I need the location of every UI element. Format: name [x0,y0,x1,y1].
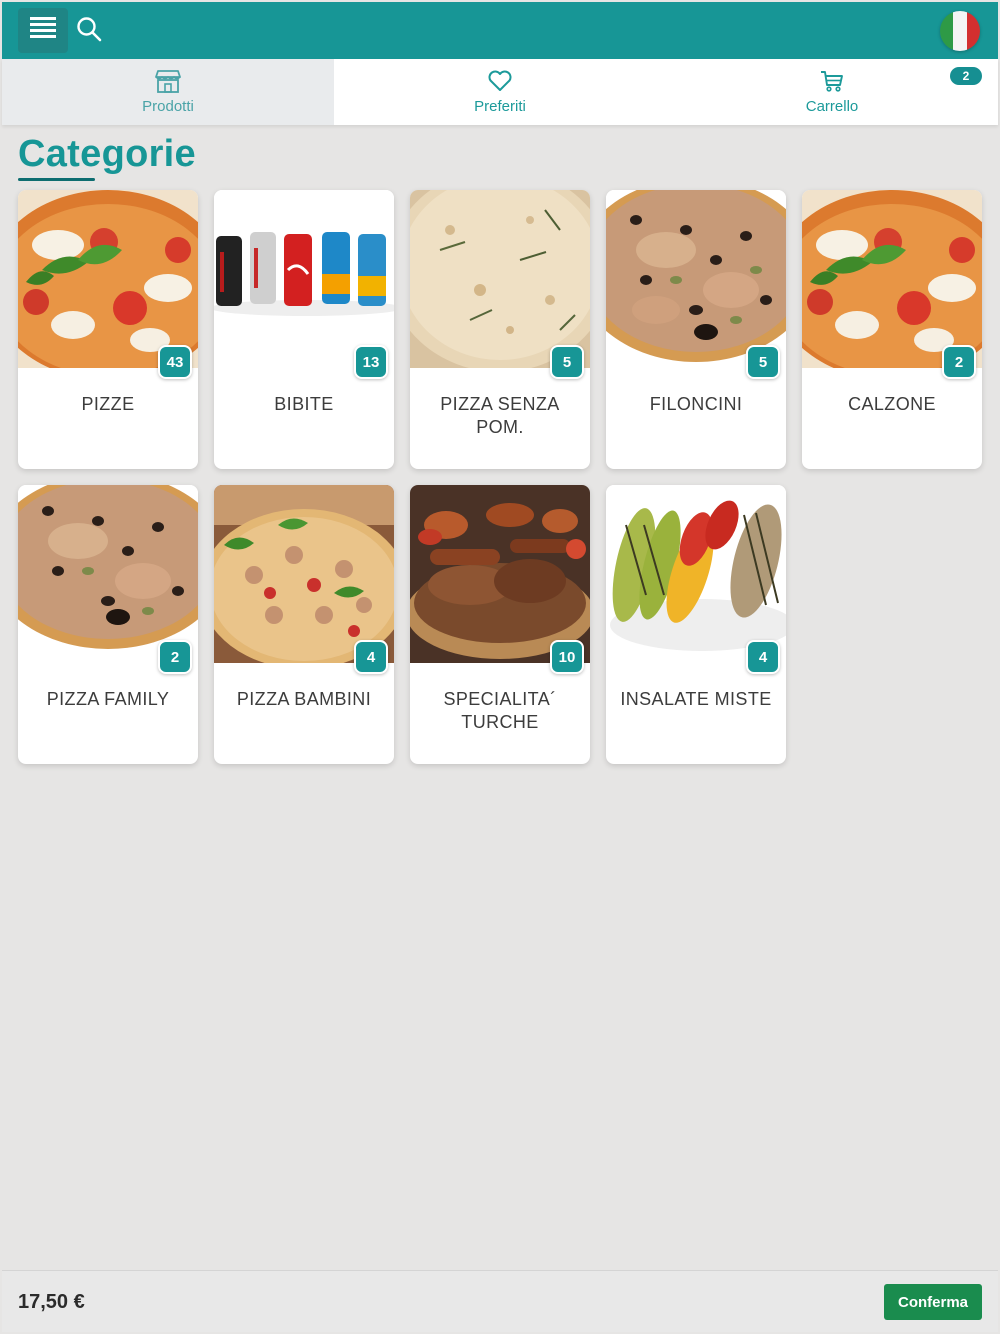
store-icon [155,67,181,95]
tab-label: Prodotti [142,98,194,115]
confirm-button[interactable]: Conferma [884,1284,982,1320]
product-count-badge: 13 [354,345,388,379]
cart-icon [819,67,845,95]
category-label: PIZZA SENZA POM. [440,394,560,437]
pizza-mushroom-photo [214,485,394,663]
title-underline [18,178,95,181]
focaccia-photo [410,190,590,368]
category-card[interactable]: 5 FILONCINI [606,190,786,469]
menu-icon [29,15,57,46]
tab-label: Preferiti [474,98,526,115]
category-label: BIBITE [274,394,334,414]
cart-count-badge: 2 [950,67,982,85]
category-card[interactable]: 2 CALZONE [802,190,982,469]
heart-icon [487,67,513,95]
top-bar [2,2,998,59]
italy-flag-icon [940,11,954,51]
category-grid: 43 PIZZE 13 BIBITE 5 PIZZA SENZA POM. 5 … [18,190,982,764]
pizza-margherita-photo [802,190,982,368]
category-card[interactable]: 10 SPECIALITA´ TURCHE [410,485,590,764]
category-card[interactable]: 4 INSALATE MISTE [606,485,786,764]
tab-prodotti[interactable]: Prodotti [2,59,334,125]
product-count-badge: 2 [942,345,976,379]
product-count-badge: 4 [746,640,780,674]
category-label: CALZONE [848,394,936,414]
category-card[interactable]: 13 BIBITE [214,190,394,469]
category-label: PIZZA BAMBINI [236,689,372,709]
page-title: Categorie [18,133,196,175]
order-footer: 17,50 € Conferma [2,1270,998,1332]
product-count-badge: 10 [550,640,584,674]
tab-label: Carrello [805,98,859,115]
product-count-badge: 4 [354,640,388,674]
category-label: PIZZE [81,394,135,414]
category-label: SPECIALITA´ TURCHE [443,689,557,732]
menu-button[interactable] [18,8,68,53]
order-total: 17,50 € [18,1291,85,1313]
product-count-badge: 5 [550,345,584,379]
category-label: INSALATE MISTE [620,689,772,709]
category-card[interactable]: 4 PIZZA BAMBINI [214,485,394,764]
tab-preferiti[interactable]: Preferiti [334,59,666,125]
product-count-badge: 43 [158,345,192,379]
search-button[interactable] [74,16,104,46]
category-card[interactable]: 5 PIZZA SENZA POM. [410,190,590,469]
pizza-olives-photo [606,190,786,368]
category-card[interactable]: 2 PIZZA FAMILY [18,485,198,764]
language-selector[interactable] [940,11,980,51]
main-tabs: Prodotti Preferiti Carrello 2 [2,59,998,125]
grilled-vegetables-photo [606,485,786,663]
grilled-meat-photo [410,485,590,663]
category-label: PIZZA FAMILY [46,689,170,709]
soft-drink-cans-photo [214,190,394,368]
search-icon [76,16,102,47]
pizza-margherita-photo [18,190,198,368]
tab-carrello[interactable]: Carrello 2 [666,59,998,125]
category-card[interactable]: 43 PIZZE [18,190,198,469]
pizza-olives-photo [18,485,198,663]
category-label: FILONCINI [649,394,743,414]
product-count-badge: 2 [158,640,192,674]
product-count-badge: 5 [746,345,780,379]
